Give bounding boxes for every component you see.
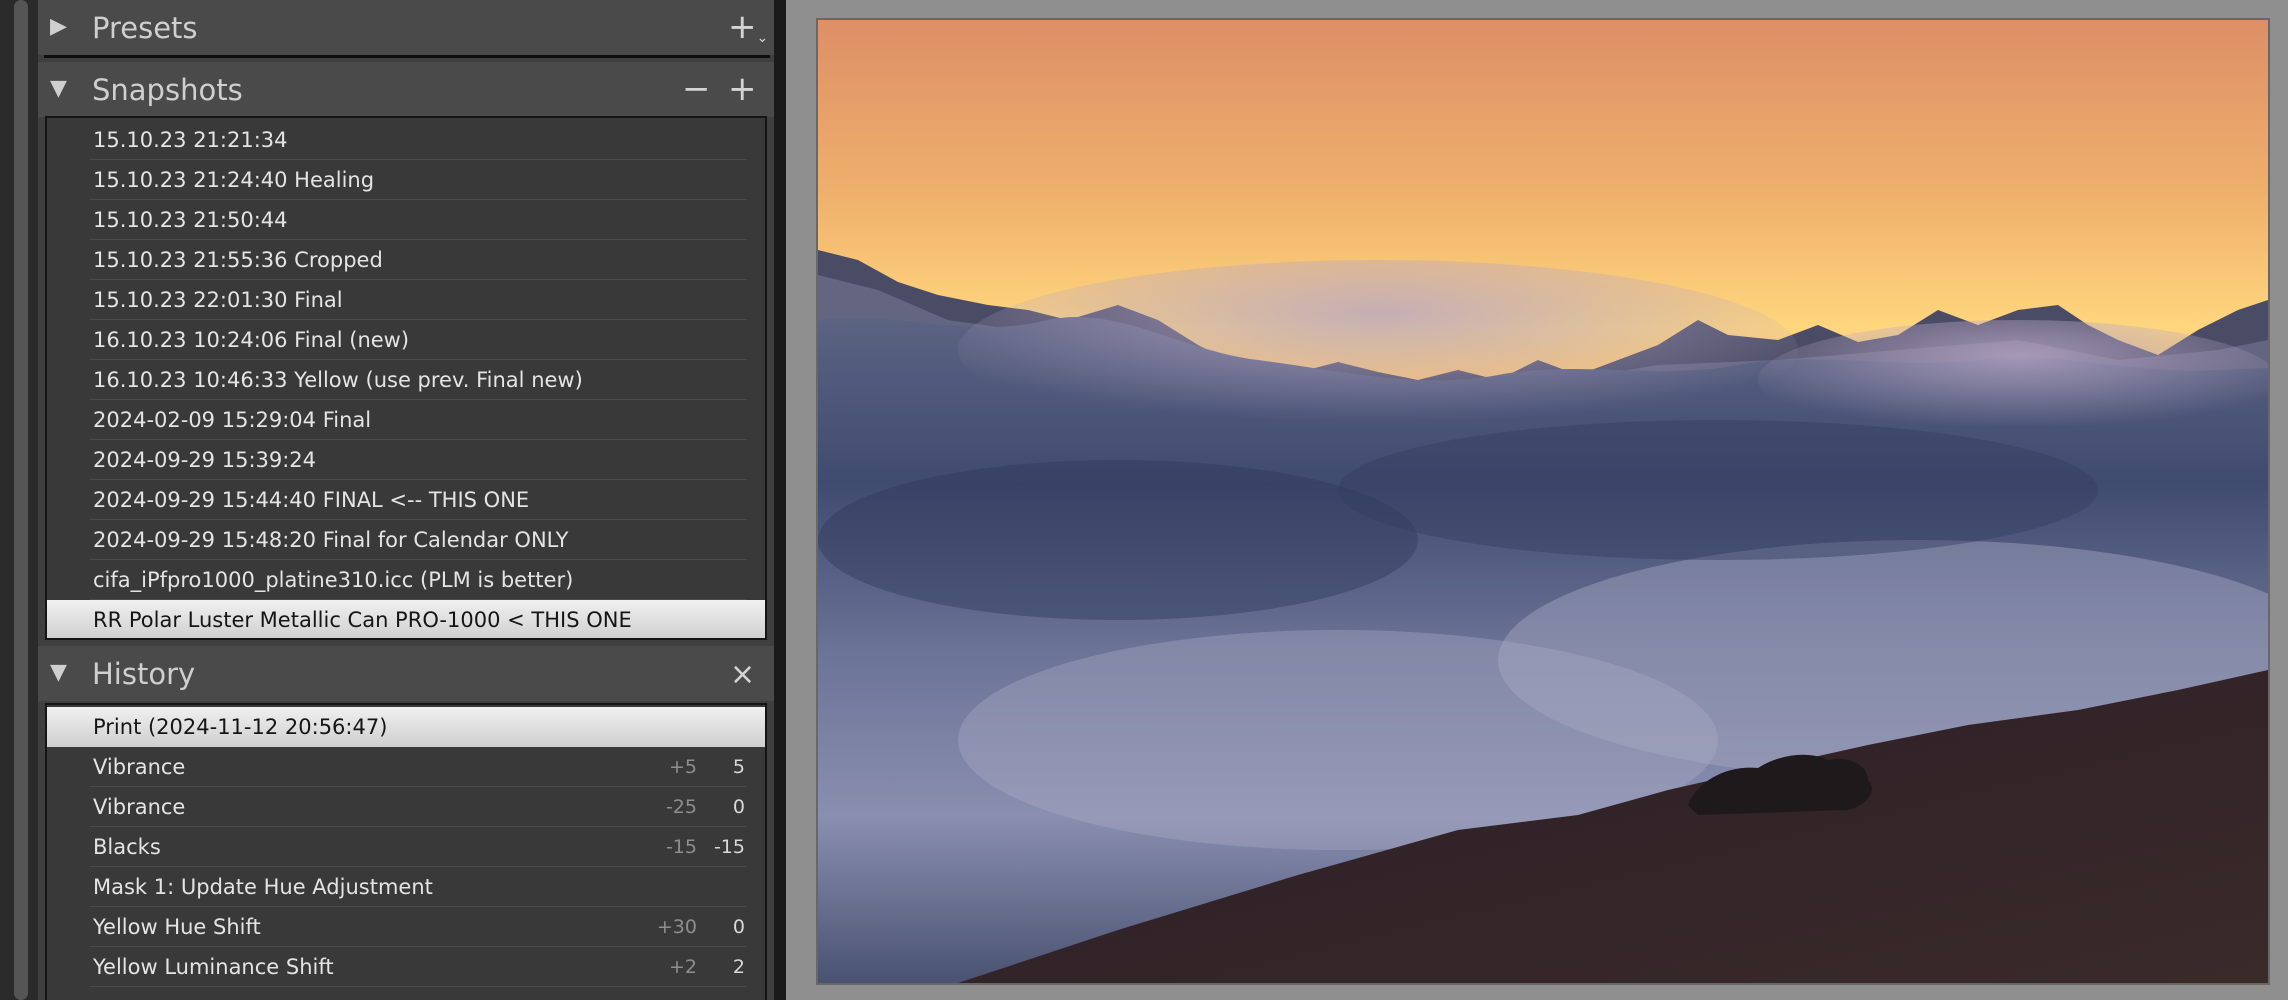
history-item[interactable]: Vibrance -25 0	[47, 787, 765, 827]
left-panel-scrollbar[interactable]	[14, 0, 28, 1000]
snapshot-item[interactable]: 15.10.23 21:55:36 Cropped	[47, 240, 765, 280]
snapshot-item[interactable]: 2024-09-29 15:48:20 Final for Calendar O…	[47, 520, 765, 560]
snapshot-item[interactable]: cifa_iPfpro1000_platine310.icc (PLM is b…	[47, 560, 765, 600]
snapshots-header[interactable]: ▼ Snapshots − +	[38, 62, 774, 117]
clear-history-icon[interactable]: ×	[730, 656, 755, 694]
history-item[interactable]: Vibrance +5 5	[47, 747, 765, 787]
history-item[interactable]: Yellow Luminance Shift +2 2	[47, 947, 765, 987]
landscape-photo	[818, 20, 2268, 983]
expanded-triangle-icon[interactable]: ▼	[50, 76, 67, 102]
history-item-partial[interactable]	[47, 987, 765, 1000]
collapsed-triangle-icon[interactable]: ▶	[50, 14, 67, 40]
presets-header[interactable]: ▶ Presets +⌄	[38, 0, 774, 55]
add-snapshot-icon[interactable]: +	[728, 70, 757, 108]
history-list: Print (2024-11-12 20:56:47) Vibrance +5 …	[45, 703, 767, 1000]
snapshot-item[interactable]: 2024-02-09 15:29:04 Final	[47, 400, 765, 440]
photo-preview	[816, 18, 2270, 985]
snapshot-item[interactable]: 15.10.23 21:24:40 Healing	[47, 160, 765, 200]
snapshots-list: 15.10.23 21:21:34 15.10.23 21:24:40 Heal…	[45, 116, 767, 640]
add-preset-icon[interactable]: +⌄	[728, 8, 768, 57]
panel-divider	[774, 0, 786, 1000]
presets-title: Presets	[92, 11, 198, 45]
remove-snapshot-icon[interactable]: −	[682, 70, 711, 108]
snapshot-item[interactable]: 2024-09-29 15:44:40 FINAL <-- THIS ONE	[47, 480, 765, 520]
history-item-selected[interactable]: Print (2024-11-12 20:56:47)	[47, 707, 765, 747]
history-item[interactable]: Blacks -15 -15	[47, 827, 765, 867]
snapshot-item[interactable]: 2024-09-29 15:39:24	[47, 440, 765, 480]
history-title: History	[92, 657, 196, 691]
history-item[interactable]: Mask 1: Update Hue Adjustment	[47, 867, 765, 907]
right-panel: ▶ Presets +⌄ ▼ Snapshots − + 15.10.23 21…	[38, 0, 774, 1000]
snapshot-item-selected[interactable]: RR Polar Luster Metallic Can PRO-1000 < …	[47, 600, 765, 638]
expanded-triangle-icon[interactable]: ▼	[50, 660, 67, 686]
history-item[interactable]: Yellow Hue Shift +30 0	[47, 907, 765, 947]
snapshot-item[interactable]: 15.10.23 21:21:34	[47, 120, 765, 160]
snapshot-item[interactable]: 16.10.23 10:24:06 Final (new)	[47, 320, 765, 360]
snapshots-title: Snapshots	[92, 73, 243, 107]
history-header[interactable]: ▼ History ×	[38, 646, 774, 701]
snapshot-item[interactable]: 15.10.23 21:50:44	[47, 200, 765, 240]
left-filmstrip-edge	[0, 0, 38, 1000]
section-divider	[44, 55, 770, 58]
snapshot-item[interactable]: 16.10.23 10:46:33 Yellow (use prev. Fina…	[47, 360, 765, 400]
snapshot-item[interactable]: 15.10.23 22:01:30 Final	[47, 280, 765, 320]
image-preview-area	[786, 0, 2288, 1000]
